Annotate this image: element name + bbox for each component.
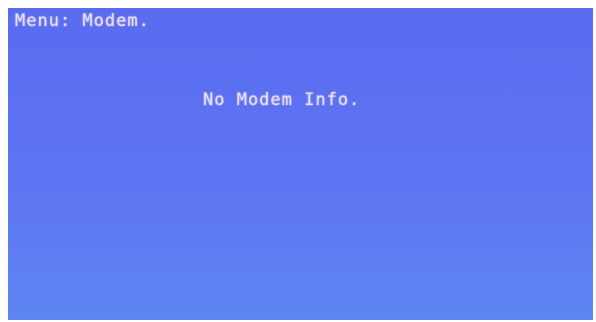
- menu-title: Menu: Modem.: [15, 11, 150, 31]
- lcd-screen: Menu: Modem. No Modem Info.: [8, 8, 593, 320]
- status-message: No Modem Info.: [203, 90, 361, 110]
